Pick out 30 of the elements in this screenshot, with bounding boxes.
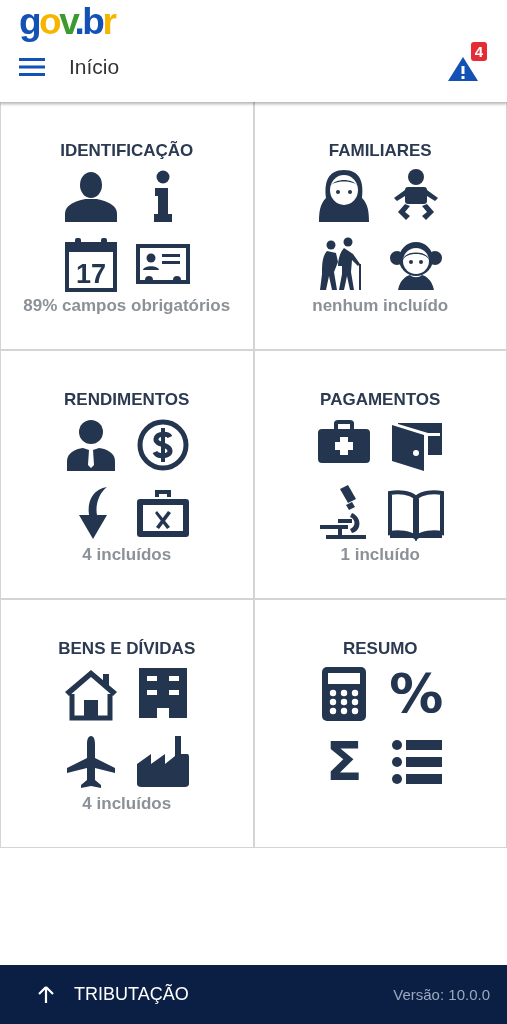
category-tile[interactable]: RESUMO % Σ [254, 600, 506, 847]
tile-status: nenhum incluído [312, 296, 449, 316]
warning-icon [447, 56, 479, 82]
taxation-button[interactable]: TRIBUTAÇÃO [38, 984, 189, 1005]
category-tile[interactable]: BENS E DÍVIDAS 4 incluídos [1, 600, 253, 847]
logo: gov.br [19, 2, 115, 42]
factory-icon [134, 734, 191, 790]
version-label: Versão: 10.0.0 [393, 986, 490, 1003]
page-title: Início [69, 55, 121, 79]
category-tile[interactable]: RENDIMENTOS 4 incluídos [1, 351, 253, 598]
tile-title: IDENTIFICAÇÃO [60, 140, 194, 162]
tile-status: 4 incluídos [82, 545, 172, 565]
category-tile[interactable]: IDENTIFICAÇÃO 17 89% campos obrigatórios [1, 102, 253, 349]
tile-title: BENS E DÍVIDAS [58, 638, 196, 660]
notification-badge: 4 [470, 42, 487, 61]
info-icon [152, 169, 173, 223]
tile-title: RESUMO [342, 638, 418, 660]
tile-status: 1 incluído [340, 545, 420, 565]
tile-title: FAMILIARES [328, 140, 432, 162]
tile-title: PAGAMENTOS [320, 389, 441, 411]
tile-status: 89% campos obrigatórios [23, 296, 231, 316]
tile-title: RENDIMENTOS [64, 389, 190, 411]
alert-button[interactable]: 4 [447, 42, 487, 82]
symbol-icon: Σ [325, 734, 363, 790]
menu-icon[interactable] [19, 58, 45, 76]
symbol-icon: % [389, 666, 444, 722]
arrow-up-icon [38, 985, 54, 1004]
tile-status: 4 incluídos [82, 794, 172, 814]
category-tile[interactable]: PAGAMENTOS 1 incluído [254, 351, 506, 598]
category-tile[interactable]: FAMILIARES nenhum incluído [254, 102, 506, 349]
